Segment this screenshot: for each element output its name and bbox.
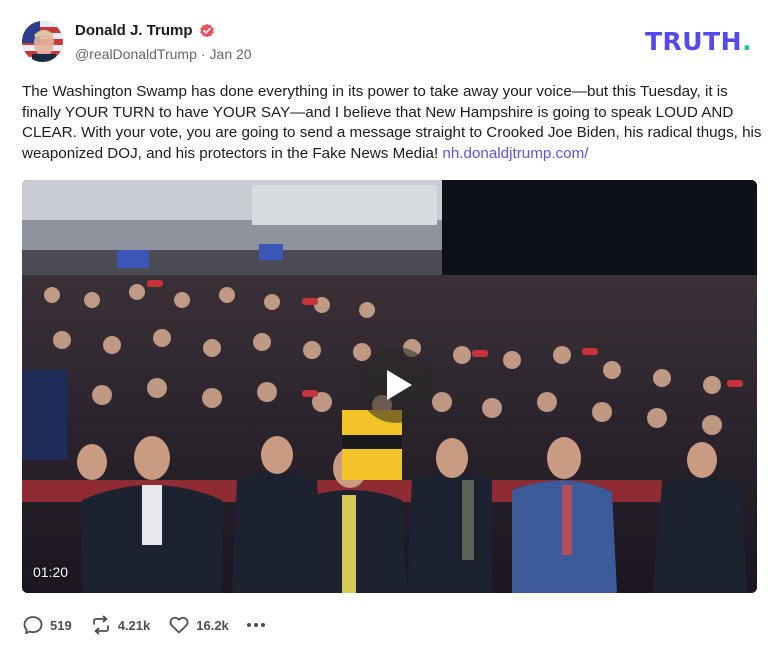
author-meta: @realDonaldTrump · Jan 20 xyxy=(75,46,252,62)
more-dot xyxy=(260,623,265,627)
heart-icon xyxy=(169,616,189,634)
play-button[interactable] xyxy=(358,347,434,423)
author-name-row: Donald J. Trump xyxy=(75,22,215,39)
reply-icon xyxy=(23,616,43,635)
truth-post: Donald J. Trump @realDonaldTrump · Jan 2… xyxy=(0,0,778,655)
like-button[interactable]: 16.2k xyxy=(168,614,229,636)
more-dot xyxy=(253,623,258,627)
avatar[interactable] xyxy=(22,21,63,62)
play-icon xyxy=(387,370,412,400)
video-duration: 01:20 xyxy=(33,564,69,580)
meta-separator: · xyxy=(200,46,206,62)
post-text: The Washington Swamp has done everything… xyxy=(22,82,762,164)
truth-logo[interactable]: TRUTH. xyxy=(645,27,752,56)
action-bar: 519 4.21k 16.2k xyxy=(22,614,265,636)
author-handle[interactable]: @realDonaldTrump xyxy=(75,46,197,62)
retruth-count: 4.21k xyxy=(117,617,151,633)
truth-wordmark-dot: . xyxy=(742,27,753,56)
reply-count: 519 xyxy=(50,617,72,633)
post-date[interactable]: Jan 20 xyxy=(210,46,252,62)
truth-wordmark: TRUTH xyxy=(645,27,743,56)
post-link[interactable]: nh.donaldjtrump.com/ xyxy=(442,145,588,162)
post-body: The Washington Swamp has done everything… xyxy=(22,83,762,162)
verified-badge-icon xyxy=(199,23,214,37)
more-dot xyxy=(246,623,251,627)
retruth-icon xyxy=(92,615,109,635)
reply-button[interactable]: 519 xyxy=(22,614,72,636)
author-display-name[interactable]: Donald J. Trump xyxy=(75,22,193,39)
video-player[interactable]: 01:20 xyxy=(22,180,757,593)
retruth-button[interactable]: 4.21k xyxy=(90,614,151,636)
more-icon[interactable] xyxy=(246,621,265,629)
like-count: 16.2k xyxy=(196,617,229,633)
